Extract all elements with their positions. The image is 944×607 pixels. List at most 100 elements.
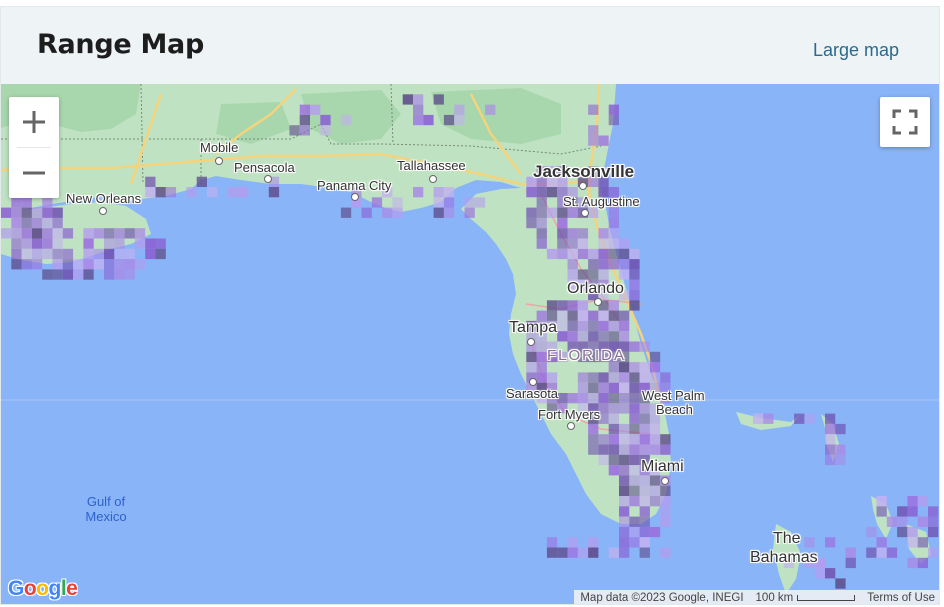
range-cell	[546, 372, 558, 383]
range-cell	[93, 228, 104, 239]
range-cell	[629, 413, 640, 424]
range-cell	[433, 187, 444, 198]
range-cell	[392, 197, 403, 208]
range-cell	[598, 228, 609, 239]
range-cell	[526, 217, 537, 229]
range-cell	[917, 557, 928, 569]
range-cell	[588, 320, 599, 332]
label-west-palm: West Palm	[642, 388, 705, 403]
range-cell	[557, 310, 568, 321]
range-cell	[145, 176, 156, 187]
label-jacksonville: Jacksonville	[533, 162, 635, 181]
range-cell	[207, 187, 218, 198]
range-cell	[629, 516, 640, 527]
range-cell	[536, 228, 547, 239]
range-cell	[649, 434, 661, 445]
range-cell	[660, 485, 671, 496]
range-cell	[62, 248, 74, 260]
label-st-augustine: St. Augustine	[563, 194, 640, 209]
range-cell	[619, 475, 630, 486]
label-pensacola: Pensacola	[234, 160, 295, 175]
label-mobile: Mobile	[200, 140, 239, 155]
range-cell	[526, 362, 537, 373]
range-cell	[598, 238, 609, 249]
range-cell	[608, 104, 619, 115]
range-cell	[619, 331, 630, 342]
range-cell	[454, 104, 465, 115]
range-cell	[536, 351, 547, 363]
range-cell	[598, 393, 609, 404]
range-cell	[31, 248, 43, 260]
range-cell	[557, 320, 568, 332]
range-cell	[546, 300, 558, 311]
range-cell	[289, 125, 300, 136]
range-cell	[639, 372, 650, 383]
range-cell	[588, 547, 599, 558]
range-cell	[639, 423, 650, 435]
range-cell	[598, 269, 609, 280]
range-cell	[629, 290, 640, 301]
scale-bar	[797, 594, 856, 601]
range-cell	[619, 516, 630, 527]
range-cell	[536, 197, 547, 208]
fullscreen-icon	[892, 109, 918, 135]
range-cell	[11, 238, 22, 249]
label-tallahassee: Tallahassee	[397, 158, 466, 173]
zoom-in-button[interactable]	[9, 97, 59, 147]
range-cell	[629, 259, 640, 270]
range-cell	[588, 248, 599, 260]
range-cell	[804, 413, 815, 424]
range-cell	[577, 372, 589, 383]
range-cell	[752, 413, 764, 424]
range-cell	[608, 434, 619, 445]
range-cell	[629, 300, 640, 311]
range-cell	[619, 259, 630, 270]
range-cell	[42, 197, 53, 208]
range-cell	[608, 465, 619, 476]
zoom-control	[9, 97, 59, 198]
range-cell	[83, 238, 94, 249]
range-map-card: Range Map Large map Mobile Pensacola New…	[0, 6, 940, 605]
label-panama-city: Panama City	[317, 178, 392, 193]
range-cell	[340, 207, 352, 218]
range-cell	[567, 238, 578, 249]
range-cell	[629, 341, 640, 352]
range-cell	[268, 187, 280, 198]
range-cell	[608, 310, 619, 321]
range-cell	[619, 547, 630, 558]
range-cell	[619, 393, 630, 404]
range-cell	[763, 413, 774, 424]
range-cell	[619, 485, 630, 496]
range-map[interactable]: Mobile Pensacola New Orleans Panama City…	[1, 84, 939, 604]
range-cell	[639, 413, 650, 424]
range-cell	[608, 228, 619, 239]
range-cell	[608, 444, 619, 455]
range-cell	[608, 300, 619, 311]
range-cell	[557, 248, 568, 260]
range-cell	[588, 434, 599, 445]
range-cell	[536, 372, 547, 383]
range-cell	[567, 207, 578, 218]
range-cell	[73, 269, 84, 280]
range-cell	[917, 496, 928, 507]
range-cell	[340, 114, 352, 126]
range-cell	[577, 310, 589, 321]
range-cell	[227, 187, 238, 198]
range-cell	[320, 114, 331, 126]
range-cell	[608, 217, 619, 229]
label-tampa: Tampa	[509, 319, 558, 336]
range-cell	[567, 300, 578, 311]
range-cell	[557, 217, 568, 229]
terms-of-use-link[interactable]: Terms of Use	[861, 590, 939, 604]
range-cell	[845, 547, 856, 558]
range-cell	[619, 248, 630, 260]
range-cell	[413, 94, 424, 105]
range-cell	[608, 259, 619, 270]
google-logo[interactable]: Google	[8, 577, 78, 601]
large-map-link[interactable]: Large map	[813, 40, 899, 61]
range-cell	[608, 372, 619, 383]
range-cell	[825, 537, 836, 548]
fullscreen-button[interactable]	[880, 97, 930, 147]
range-cell	[546, 207, 558, 218]
zoom-out-button[interactable]	[9, 148, 59, 198]
